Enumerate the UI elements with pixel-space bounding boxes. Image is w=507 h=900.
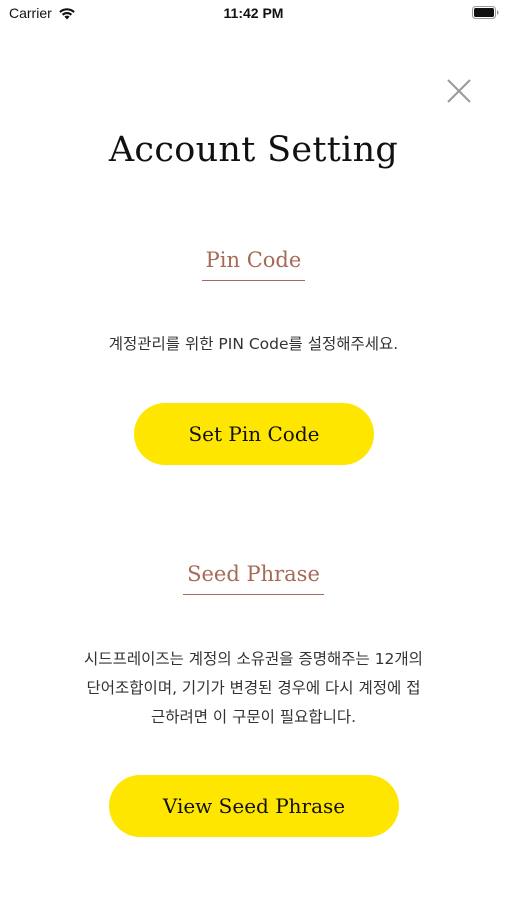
view-seed-phrase-button[interactable]: View Seed Phrase: [109, 775, 399, 837]
status-time: 11:42 PM: [223, 5, 284, 21]
seed-phrase-heading: Seed Phrase: [183, 562, 324, 595]
battery-icon: [472, 6, 499, 19]
close-button[interactable]: [444, 76, 474, 106]
seed-phrase-description-line: 단어조합이며, 기기가 변경된 경우에 다시 계정에 접: [86, 679, 421, 697]
pin-code-heading: Pin Code: [201, 248, 306, 281]
close-icon: [447, 79, 471, 103]
seed-phrase-description-line: 근하려면 이 구문이 필요합니다.: [150, 708, 357, 726]
pin-code-description: 계정관리를 위한 PIN Code를 설정해주세요.: [108, 335, 399, 353]
seed-phrase-description-line: 시드프레이즈는 계정의 소유권을 증명해주는 12개의: [84, 650, 423, 668]
pin-code-heading-wrap: Pin Code: [0, 248, 507, 281]
seed-phrase-description: 시드프레이즈는 계정의 소유권을 증명해주는 12개의 단어조합이며, 기기가 …: [0, 645, 507, 732]
seed-phrase-heading-wrap: Seed Phrase: [0, 562, 507, 595]
status-bar: Carrier 11:42 PM: [0, 0, 507, 28]
set-pin-code-button[interactable]: Set Pin Code: [134, 403, 374, 465]
page-title: Account Setting: [108, 130, 399, 170]
